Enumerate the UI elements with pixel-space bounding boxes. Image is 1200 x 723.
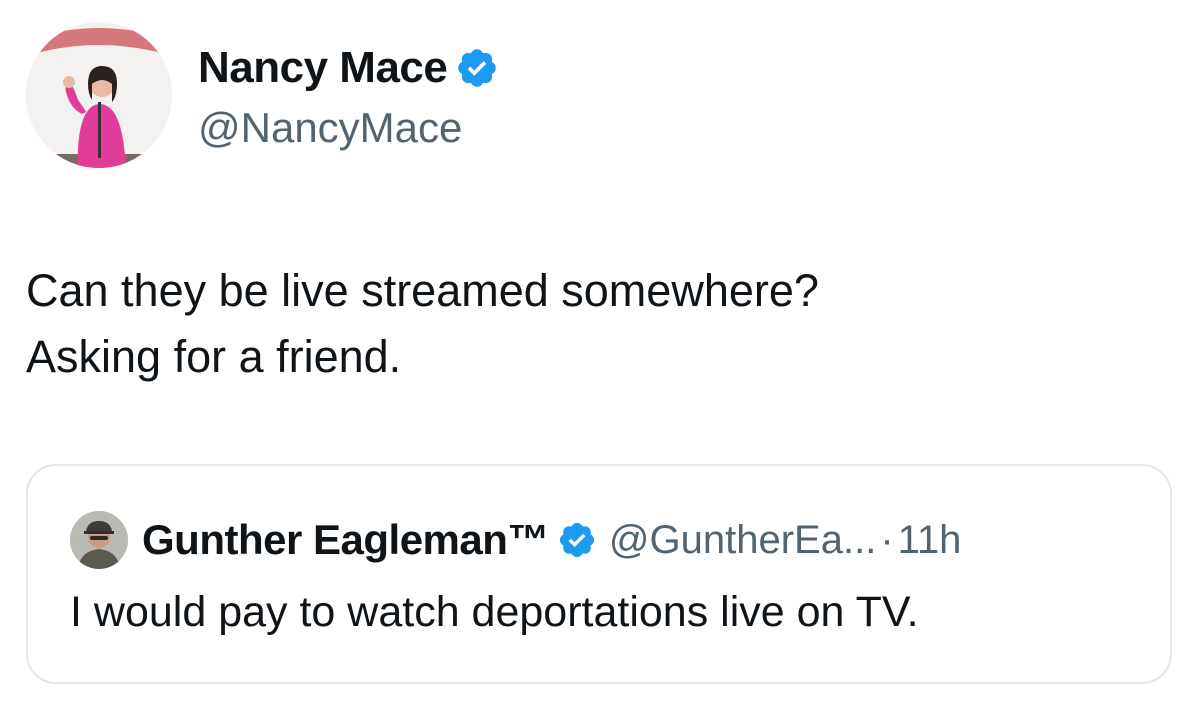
author-display-name[interactable]: Nancy Mace xyxy=(198,43,448,93)
tweet-text-line: Asking for a friend. xyxy=(26,331,402,382)
quoted-tweet-card[interactable]: Gunther Eagleman™ @GuntherEa... · 11h I … xyxy=(26,464,1172,684)
quoted-tweet-text: I would pay to watch deportations live o… xyxy=(70,588,919,636)
verified-badge-icon xyxy=(455,46,499,90)
quoted-tweet-timestamp[interactable]: 11h xyxy=(898,518,962,563)
avatar-photo-icon xyxy=(26,22,172,168)
tweet: Nancy Mace @NancyMace Can they be live s… xyxy=(0,0,1200,723)
tweet-text: Can they be live streamed somewhere? Ask… xyxy=(26,258,1166,390)
quoted-author-display-name[interactable]: Gunther Eagleman™ xyxy=(142,516,549,564)
separator-dot: · xyxy=(880,517,894,562)
author-avatar[interactable] xyxy=(26,22,172,168)
author-name-row: Nancy Mace xyxy=(198,40,499,96)
author-handle[interactable]: @NancyMace xyxy=(198,104,462,152)
quoted-avatar-photo-icon xyxy=(70,511,128,569)
tweet-text-line: Can they be live streamed somewhere? xyxy=(26,265,819,316)
quoted-tweet-header: Gunther Eagleman™ @GuntherEa... · 11h xyxy=(70,510,961,570)
quoted-author-handle[interactable]: @GuntherEa... xyxy=(609,518,876,563)
quoted-author-avatar[interactable] xyxy=(70,511,128,569)
quoted-verified-badge-icon xyxy=(557,520,597,560)
